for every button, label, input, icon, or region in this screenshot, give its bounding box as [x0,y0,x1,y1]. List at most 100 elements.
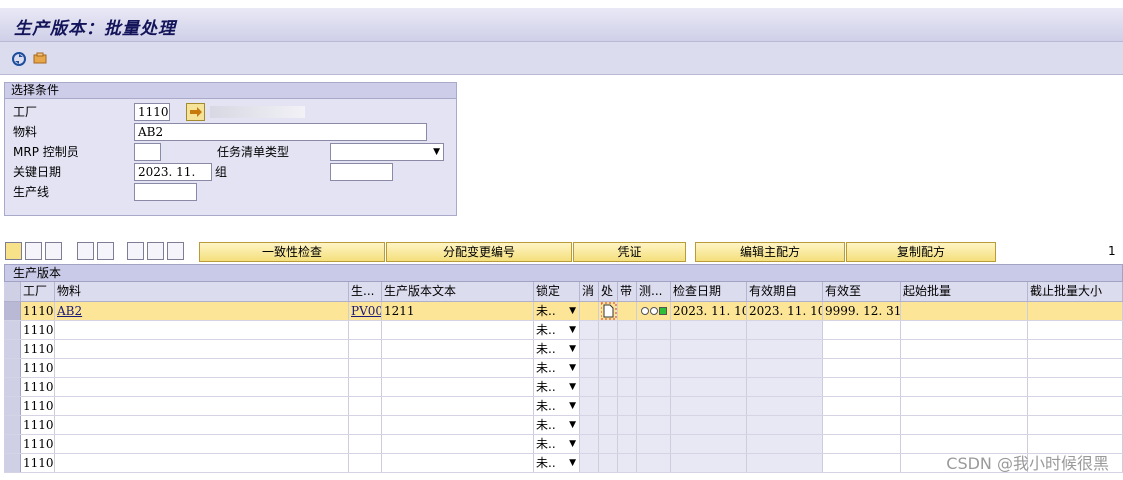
col-from-lot-size-cell[interactable] [901,416,1028,434]
select-all-icon[interactable] [25,242,42,260]
col-plant-cell[interactable]: 1110 [21,321,55,339]
col-plant-cell[interactable]: 1110 [21,359,55,377]
col-delete-flag-cell[interactable] [580,454,599,472]
col-version-text-cell[interactable]: 1211 [382,302,534,320]
col-lock-cell[interactable]: 未.. ▼ [534,397,580,415]
production-line-field[interactable] [134,183,197,201]
col-check-date-cell[interactable] [671,359,747,377]
col-process-cell[interactable] [599,416,618,434]
col-valid-to-header[interactable]: 有效至 [823,282,901,301]
document-button[interactable]: 凭证 [573,242,686,262]
col-process-header[interactable]: 处 [599,282,618,301]
execute-icon[interactable] [10,50,27,67]
col-to-lot-size-cell[interactable] [1028,359,1123,377]
table-row[interactable]: 1110 未.. ▼ [4,359,1123,378]
row-selector[interactable] [4,302,21,320]
row-selector[interactable] [4,378,21,396]
col-process-cell[interactable] [599,340,618,358]
col-valid-from-header[interactable]: 有效期自 [747,282,823,301]
col-version-text-cell[interactable] [382,416,534,434]
col-material-cell[interactable] [55,435,349,453]
material-field[interactable]: AB2 [134,123,427,141]
col-lock-cell[interactable]: 未.. ▼ [534,359,580,377]
col-version-header[interactable]: 生... [349,282,382,301]
copy-row-icon[interactable] [167,242,184,260]
key-date-field[interactable]: 2023. 11. 10 [134,163,212,195]
col-to-lot-size-cell[interactable] [1028,321,1123,339]
row-selector[interactable] [4,454,21,472]
maintain-icon[interactable] [31,50,48,67]
edit-master-recipe-button[interactable]: 编辑主配方 [695,242,845,262]
col-valid-to-cell[interactable] [823,397,901,415]
col-to-lot-size-cell[interactable] [1028,416,1123,434]
col-valid-from-cell[interactable] [747,359,823,377]
col-version-text-cell[interactable] [382,340,534,358]
col-valid-to-cell[interactable] [823,340,901,358]
col-check-date-cell[interactable] [671,378,747,396]
row-selector[interactable] [4,397,21,415]
col-lock-cell[interactable]: 未.. ▼ [534,435,580,453]
col-delete-flag-cell[interactable] [580,397,599,415]
col-lock-cell[interactable]: 未.. ▼ [534,454,580,472]
col-tape-cell[interactable] [618,302,637,320]
col-lock-cell[interactable]: 未.. ▼ [534,321,580,339]
table-row[interactable]: 1110 AB2 PV00 1211 未.. ▼ 2023. 11. 10 2023. 11.… [4,302,1123,321]
col-from-lot-size-cell[interactable] [901,302,1028,320]
col-version-text-cell[interactable] [382,435,534,453]
col-plant-cell[interactable]: 1110 [21,302,55,320]
col-delete-flag-cell[interactable] [580,416,599,434]
col-test-header[interactable]: 测... [637,282,671,301]
col-valid-to-cell[interactable] [823,321,901,339]
col-to-lot-size-cell[interactable] [1028,397,1123,415]
row-selector[interactable] [4,435,21,453]
col-delete-flag-cell[interactable] [580,321,599,339]
col-delete-flag-cell[interactable] [580,378,599,396]
col-material-cell[interactable] [55,397,349,415]
col-lock-cell[interactable]: 未.. ▼ [534,378,580,396]
col-material-cell[interactable] [55,454,349,472]
col-to-lot-size-cell[interactable] [1028,378,1123,396]
document-icon[interactable] [600,302,617,320]
col-version-text-cell[interactable] [382,359,534,377]
col-version-cell[interactable] [349,397,382,415]
col-process-cell[interactable] [599,454,618,472]
col-material-cell[interactable] [55,340,349,358]
col-valid-from-cell[interactable] [747,378,823,396]
col-from-lot-size-cell[interactable] [901,378,1028,396]
col-process-cell[interactable] [599,397,618,415]
col-from-lot-size-cell[interactable] [901,340,1028,358]
col-valid-to-cell[interactable]: 9999. 12. 31 [823,302,901,320]
col-lock-cell[interactable]: 未.. ▼ [534,340,580,358]
col-check-date-cell[interactable]: 2023. 11. 10 [671,302,747,320]
col-delete-flag-header[interactable]: 消 [580,282,599,301]
col-check-date-header[interactable]: 检查日期 [671,282,747,301]
table-row[interactable]: 1110 未.. ▼ [4,321,1123,340]
col-version-text-cell[interactable] [382,321,534,339]
col-valid-to-cell[interactable] [823,378,901,396]
col-check-date-cell[interactable] [671,397,747,415]
col-valid-from-cell[interactable]: 2023. 11. 10 [747,302,823,320]
filter-icon[interactable] [97,242,114,260]
col-valid-from-cell[interactable] [747,435,823,453]
consistency-check-button[interactable]: 一致性检查 [199,242,385,262]
col-delete-flag-cell[interactable] [580,435,599,453]
plant-search-button[interactable] [186,103,205,121]
col-material-cell[interactable]: AB2 [55,302,349,320]
col-version-text-header[interactable]: 生产版本文本 [382,282,534,301]
col-tape-cell[interactable] [618,435,637,453]
row-selector[interactable] [4,340,21,358]
row-selector[interactable] [4,359,21,377]
col-check-date-cell[interactable] [671,435,747,453]
table-row[interactable]: 1110 未.. ▼ [4,378,1123,397]
col-valid-to-cell[interactable] [823,435,901,453]
col-to-lot-size-header[interactable]: 截止批量大小 [1028,282,1123,301]
col-lock-cell[interactable]: 未.. ▼ [534,302,580,320]
col-material-header[interactable]: 物料 [55,282,349,301]
col-material-cell[interactable] [55,416,349,434]
deselect-all-icon[interactable] [45,242,62,260]
plant-field[interactable]: 1110 [134,103,170,121]
col-version-cell[interactable] [349,340,382,358]
col-material-cell[interactable] [55,359,349,377]
col-process-cell[interactable] [599,378,618,396]
col-test-cell[interactable] [637,454,671,472]
